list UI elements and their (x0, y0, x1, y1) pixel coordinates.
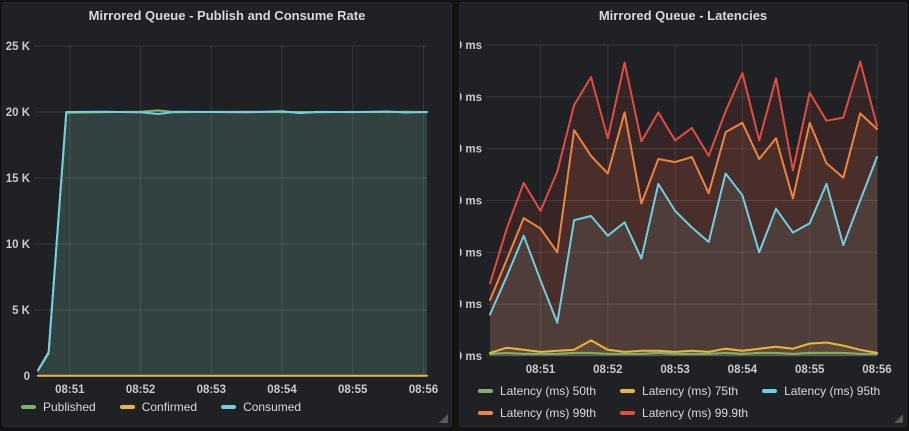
panel-title-latencies[interactable]: Mirrored Queue - Latencies (460, 3, 906, 29)
legend-series-swatch (478, 411, 493, 415)
legend-series-swatch (478, 389, 493, 393)
svg-text:100 ms: 100 ms (460, 247, 482, 259)
svg-text:200 ms: 200 ms (460, 144, 482, 156)
legend-item[interactable]: Latency (ms) 75th (620, 381, 738, 401)
svg-text:08:56: 08:56 (862, 364, 891, 376)
panel-resize-handle[interactable] (894, 414, 903, 423)
legend-series-label: Latency (ms) 75th (642, 384, 738, 398)
legend-item[interactable]: Consumed (221, 397, 301, 417)
legend-item[interactable]: Latency (ms) 99.9th (620, 403, 748, 423)
svg-text:08:54: 08:54 (728, 364, 758, 376)
svg-text:0 ms: 0 ms (460, 351, 482, 363)
legend-series-label: Latency (ms) 95th (784, 384, 880, 398)
svg-text:08:51: 08:51 (55, 384, 85, 396)
svg-text:08:54: 08:54 (267, 384, 297, 396)
legend-series-swatch (620, 411, 635, 415)
panel-latencies: Mirrored Queue - Latencies 0 ms 50 ms 100 … (459, 2, 907, 427)
legend-series-swatch (620, 389, 635, 393)
legend-item[interactable]: Latency (ms) 95th (762, 381, 880, 401)
svg-text:08:52: 08:52 (126, 384, 155, 396)
svg-text:5 K: 5 K (12, 305, 31, 317)
dashboard: Mirrored Queue - Publish and Consume Rat… (0, 0, 909, 431)
legend-series-label: Consumed (243, 400, 301, 414)
svg-text:0: 0 (24, 371, 30, 383)
svg-text:250 ms: 250 ms (460, 92, 482, 104)
svg-text:10 K: 10 K (6, 239, 31, 251)
legend-series-label: Latency (ms) 50th (500, 384, 596, 398)
latency-chart-legend: Latency (ms) 50th Latency (ms) 75th Latenc… (460, 381, 906, 423)
svg-text:08:55: 08:55 (795, 364, 825, 376)
legend-series-label: Published (43, 400, 96, 414)
legend-series-swatch (120, 405, 135, 409)
legend-item[interactable]: Confirmed (120, 397, 197, 417)
panel-publish-consume-rate: Mirrored Queue - Publish and Consume Rat… (2, 2, 452, 427)
legend-item[interactable]: Latency (ms) 50th (478, 381, 596, 401)
svg-text:08:51: 08:51 (526, 364, 556, 376)
svg-text:08:53: 08:53 (660, 364, 689, 376)
legend-series-swatch (762, 389, 777, 393)
svg-text:50 ms: 50 ms (460, 299, 482, 311)
legend-series-label: Latency (ms) 99th (500, 406, 596, 420)
svg-text:08:55: 08:55 (338, 384, 368, 396)
legend-item[interactable]: Latency (ms) 99th (478, 403, 596, 423)
svg-text:08:53: 08:53 (197, 384, 226, 396)
rate-chart-legend: Published Confirmed Consumed (3, 397, 451, 417)
rate-chart-plot[interactable]: 0 5 K 10 K 15 K 20 K 25 K 08:51 08:52 08:53 08:54… (3, 29, 451, 397)
panel-resize-handle[interactable] (439, 414, 448, 423)
svg-text:15 K: 15 K (6, 173, 31, 185)
svg-text:150 ms: 150 ms (460, 196, 482, 208)
svg-text:20 K: 20 K (6, 107, 31, 119)
svg-text:25 K: 25 K (6, 41, 31, 53)
legend-series-label: Confirmed (142, 400, 197, 414)
svg-text:08:52: 08:52 (593, 364, 622, 376)
svg-text:300 ms: 300 ms (460, 40, 482, 52)
panel-title-publish-consume-rate[interactable]: Mirrored Queue - Publish and Consume Rat… (3, 3, 451, 29)
svg-text:08:56: 08:56 (409, 384, 438, 396)
latency-chart-plot[interactable]: 0 ms 50 ms 100 ms 150 ms 200 ms 250 ms 300 ms 0… (460, 29, 906, 381)
legend-item[interactable]: Published (21, 397, 96, 417)
legend-series-label: Latency (ms) 99.9th (642, 406, 748, 420)
legend-series-swatch (21, 405, 36, 409)
legend-series-swatch (221, 405, 236, 409)
